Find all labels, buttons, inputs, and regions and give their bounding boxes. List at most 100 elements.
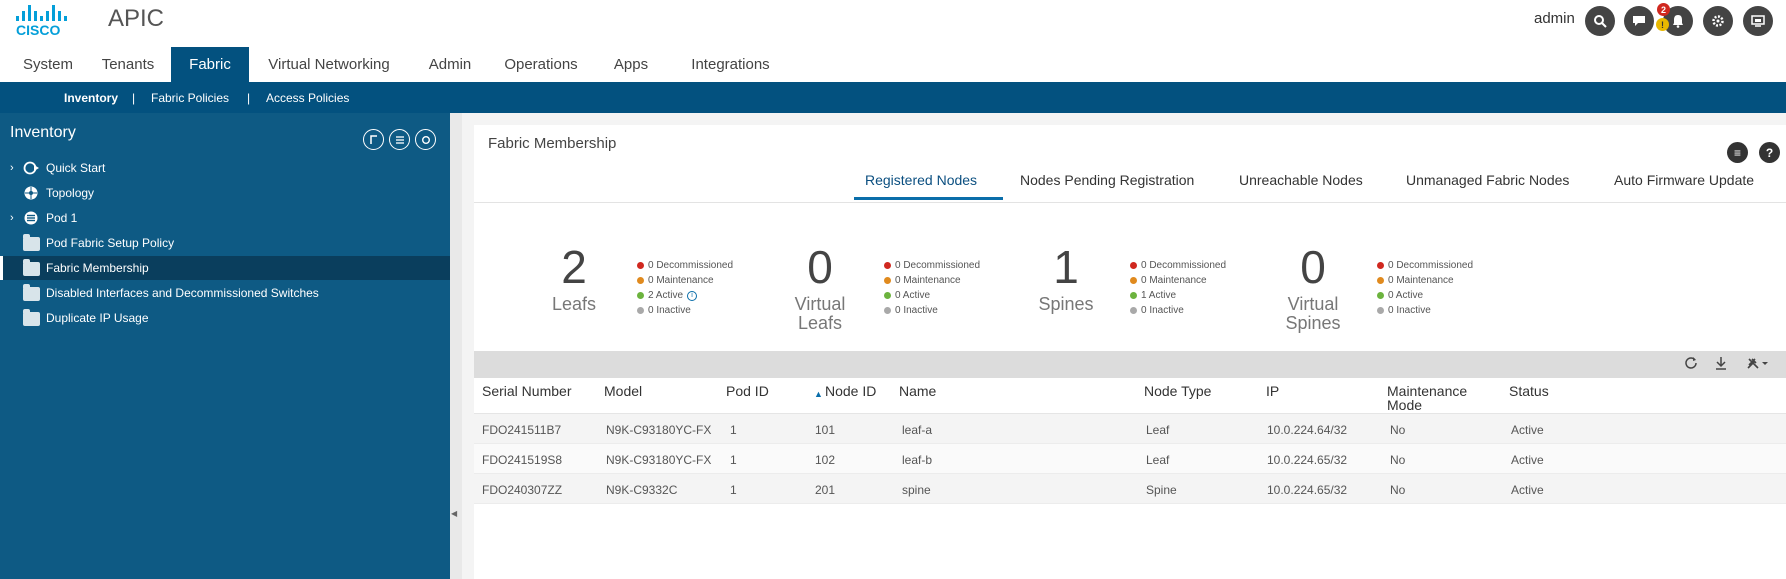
table-toolbar <box>474 351 1786 378</box>
active-dot <box>1377 292 1384 299</box>
sidebar-title: Inventory <box>10 124 76 141</box>
download-icon[interactable] <box>1714 356 1728 373</box>
tools-icon[interactable] <box>1746 356 1768 373</box>
folder-icon <box>23 309 40 326</box>
gear-icon[interactable] <box>1703 6 1733 36</box>
fabric-membership-card: Fabric Membership ≡ ? Registered Nodes N… <box>474 125 1786 579</box>
inactive-dot <box>1130 307 1137 314</box>
tab-registered-nodes[interactable]: Registered Nodes <box>865 172 977 188</box>
table-row[interactable]: FDO241511B7 N9K-C93180YC-FX 1 101 leaf-a… <box>474 414 1786 444</box>
sort-ascending-icon[interactable]: ▲ <box>814 387 823 402</box>
subnav-fabric-policies[interactable]: Fabric Policies <box>151 91 229 105</box>
folder-icon <box>23 234 40 251</box>
tree-item-quick-start[interactable]: › Quick Start <box>0 156 450 180</box>
spines-count: 1 <box>1053 241 1079 293</box>
subnav-separator: | <box>132 91 136 105</box>
tree-item-duplicate-ip-usage[interactable]: Duplicate IP Usage <box>0 306 450 330</box>
decommissioned-dot <box>1130 262 1137 269</box>
column-header[interactable]: Model <box>604 384 642 399</box>
tree-item-fabric-membership[interactable]: Fabric Membership <box>0 256 450 280</box>
inactive-dot <box>637 307 644 314</box>
table-options-icon[interactable]: ≡ <box>1727 142 1748 163</box>
column-header[interactable]: Name <box>899 384 936 399</box>
tree-item-pod-1[interactable]: › Pod 1 <box>0 206 450 230</box>
column-header[interactable]: Node ID <box>825 384 876 399</box>
tree-item-disabled-interfaces[interactable]: Disabled Interfaces and Decommissioned S… <box>0 281 450 305</box>
subnav-access-policies[interactable]: Access Policies <box>266 91 349 105</box>
user-name[interactable]: admin <box>1534 10 1575 27</box>
decommissioned-dot <box>884 262 891 269</box>
virtual-leafs-count: 0 <box>807 241 833 293</box>
pod-icon <box>23 211 40 225</box>
folder-icon <box>23 284 40 301</box>
tab-fabric[interactable]: Fabric <box>171 47 249 82</box>
feedback-icon[interactable] <box>1624 6 1654 36</box>
subnav-inventory[interactable]: Inventory <box>64 91 118 105</box>
list-action-icon[interactable] <box>389 129 410 150</box>
tab-operations[interactable]: Operations <box>497 47 585 82</box>
tree-item-pod-fabric-setup-policy[interactable]: Pod Fabric Setup Policy <box>0 231 450 255</box>
main-content: Fabric Membership ≡ ? Registered Nodes N… <box>462 113 1786 579</box>
column-header[interactable]: Status <box>1509 384 1549 399</box>
tree-item-label: Pod Fabric Setup Policy <box>46 236 175 250</box>
help-icon[interactable]: ? <box>1759 142 1780 163</box>
virtual-leafs-status-list: 0 Decommissioned 0 Maintenance 0 Active … <box>884 258 980 318</box>
chevron-right-icon[interactable]: › <box>10 162 14 174</box>
system-tools-icon[interactable] <box>1743 6 1773 36</box>
info-icon[interactable]: i <box>687 290 698 301</box>
page-title: Fabric Membership <box>488 135 617 152</box>
virtual-spines-label-line2: Spines <box>1285 313 1341 333</box>
tree-item-topology[interactable]: Topology <box>0 181 450 205</box>
tree-item-label: Quick Start <box>46 161 106 175</box>
collapse-arrow-icon[interactable]: ◀ <box>451 509 457 518</box>
column-header-line2: Mode <box>1387 397 1423 413</box>
column-header[interactable]: Node Type <box>1144 384 1211 399</box>
search-icon[interactable] <box>1585 6 1615 36</box>
tab-admin[interactable]: Admin <box>420 47 480 82</box>
virtual-spines-count: 0 <box>1300 241 1326 293</box>
refresh-action-icon[interactable] <box>415 129 436 150</box>
decommissioned-dot <box>1377 262 1384 269</box>
table-row[interactable]: FDO241519S8 N9K-C93180YC-FX 1 102 leaf-b… <box>474 444 1786 474</box>
leafs-label: Leafs <box>551 294 597 314</box>
tab-auto-firmware-update[interactable]: Auto Firmware Update <box>1614 172 1754 188</box>
folder-icon <box>23 259 40 276</box>
critical-badge: 2 <box>1657 3 1670 16</box>
leafs-status-list: 0 Decommissioned 0 Maintenance 2 Active i… <box>637 258 733 318</box>
warning-badge: ! <box>1656 18 1669 31</box>
maintenance-dot <box>1377 277 1384 284</box>
sub-nav: Inventory | Fabric Policies | Access Pol… <box>0 82 1786 113</box>
tree-item-label: Topology <box>46 186 95 200</box>
table-row[interactable]: FDO240307ZZ N9K-C9332C 1 201 spine Spine… <box>474 474 1786 504</box>
tab-divider <box>474 202 1786 203</box>
active-dot <box>637 292 644 299</box>
panel-resize-handle[interactable]: ◀ <box>450 113 462 579</box>
spines-label: Spines <box>1038 294 1094 314</box>
column-header[interactable]: IP <box>1266 384 1279 399</box>
subnav-separator: | <box>247 91 251 105</box>
column-header[interactable]: Serial Number <box>482 384 571 399</box>
tree-item-label: Fabric Membership <box>46 261 149 275</box>
tab-apps[interactable]: Apps <box>605 47 657 82</box>
tree-item-label: Disabled Interfaces and Decommissioned S… <box>46 286 319 300</box>
tab-system[interactable]: System <box>12 47 84 82</box>
tab-virtual-networking[interactable]: Virtual Networking <box>258 47 400 82</box>
quick-start-icon <box>23 161 40 175</box>
refresh-icon[interactable] <box>1684 356 1698 373</box>
table-header: Serial Number Model Pod ID ▲ Node ID Nam… <box>474 378 1786 414</box>
cisco-logo: CISCO <box>16 5 74 38</box>
inactive-dot <box>884 307 891 314</box>
tab-unreachable-nodes[interactable]: Unreachable Nodes <box>1239 172 1363 188</box>
chevron-right-icon[interactable]: › <box>10 212 14 224</box>
tab-unmanaged-fabric-nodes[interactable]: Unmanaged Fabric Nodes <box>1406 172 1569 188</box>
selection-marker <box>0 256 3 280</box>
tab-nodes-pending-registration[interactable]: Nodes Pending Registration <box>1020 172 1194 188</box>
virtual-spines-label: Virtual <box>1287 294 1339 314</box>
tab-integrations[interactable]: Integrations <box>683 47 778 82</box>
top-header: CISCO APIC admin 2 ! <box>0 0 1786 47</box>
decommissioned-dot <box>637 262 644 269</box>
virtual-leafs-label-line2: Leafs <box>797 313 843 333</box>
column-header[interactable]: Pod ID <box>726 384 769 399</box>
tab-tenants[interactable]: Tenants <box>92 47 164 82</box>
policy-action-icon[interactable] <box>363 129 384 150</box>
